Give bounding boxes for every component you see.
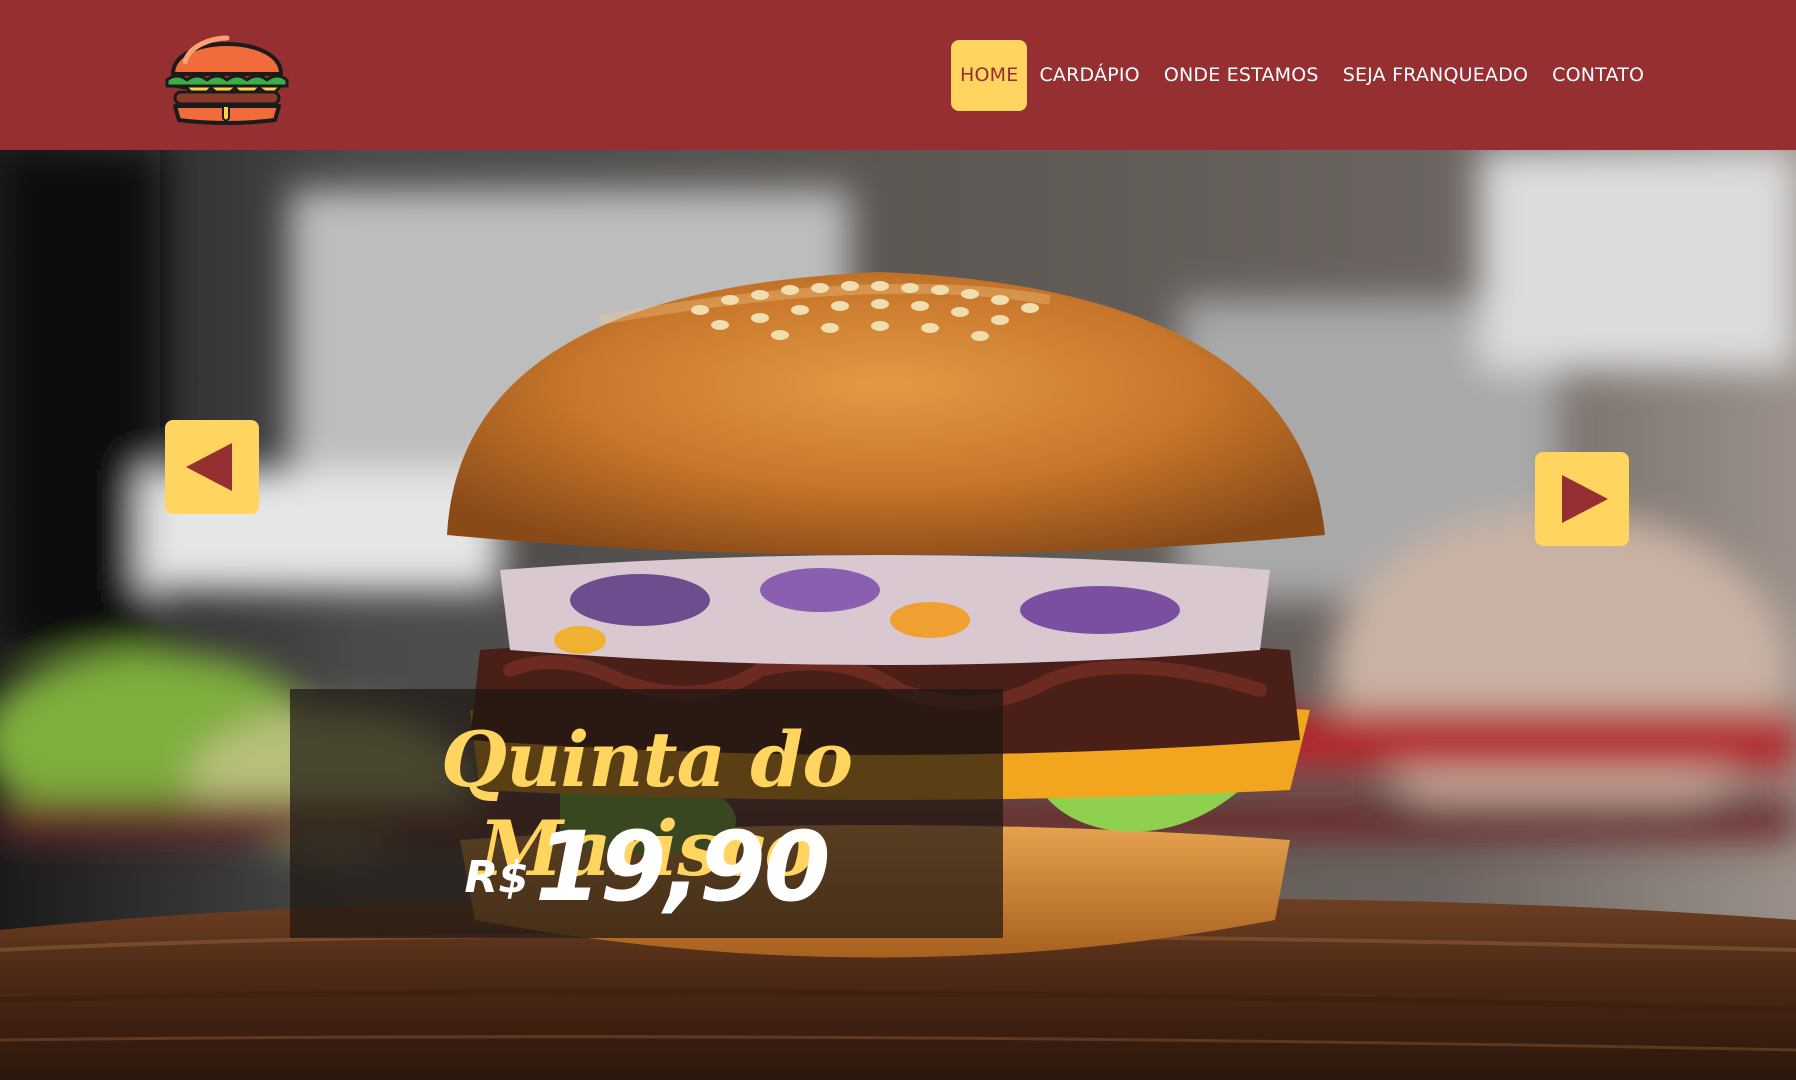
- site-header: HOME CARDÁPIO ONDE ESTAMOS SEJA FRANQUEA…: [0, 0, 1796, 150]
- nav-item-contato[interactable]: CONTATO: [1540, 40, 1656, 111]
- price-value: 19,90: [534, 811, 831, 923]
- triangle-left-icon: [186, 443, 232, 491]
- nav-item-seja-franqueado[interactable]: SEJA FRANQUEADO: [1331, 40, 1540, 111]
- triangle-right-icon: [1562, 475, 1608, 523]
- burger-logo-icon[interactable]: [163, 22, 291, 128]
- carousel-prev-button[interactable]: [165, 420, 259, 514]
- hero-carousel: Quinta do Marisco R$19,90: [0, 150, 1796, 1080]
- main-nav: HOME CARDÁPIO ONDE ESTAMOS SEJA FRANQUEA…: [951, 40, 1656, 111]
- nav-item-home[interactable]: HOME: [951, 40, 1028, 111]
- nav-item-cardapio[interactable]: CARDÁPIO: [1027, 40, 1151, 111]
- hero-burger-image: [0, 150, 1796, 1080]
- promo-caption: Quinta do Marisco R$19,90: [290, 689, 1003, 938]
- promo-price: R$19,90: [290, 811, 1003, 923]
- carousel-next-button[interactable]: [1535, 452, 1629, 546]
- price-currency: R$: [464, 852, 529, 903]
- nav-item-onde-estamos[interactable]: ONDE ESTAMOS: [1152, 40, 1331, 111]
